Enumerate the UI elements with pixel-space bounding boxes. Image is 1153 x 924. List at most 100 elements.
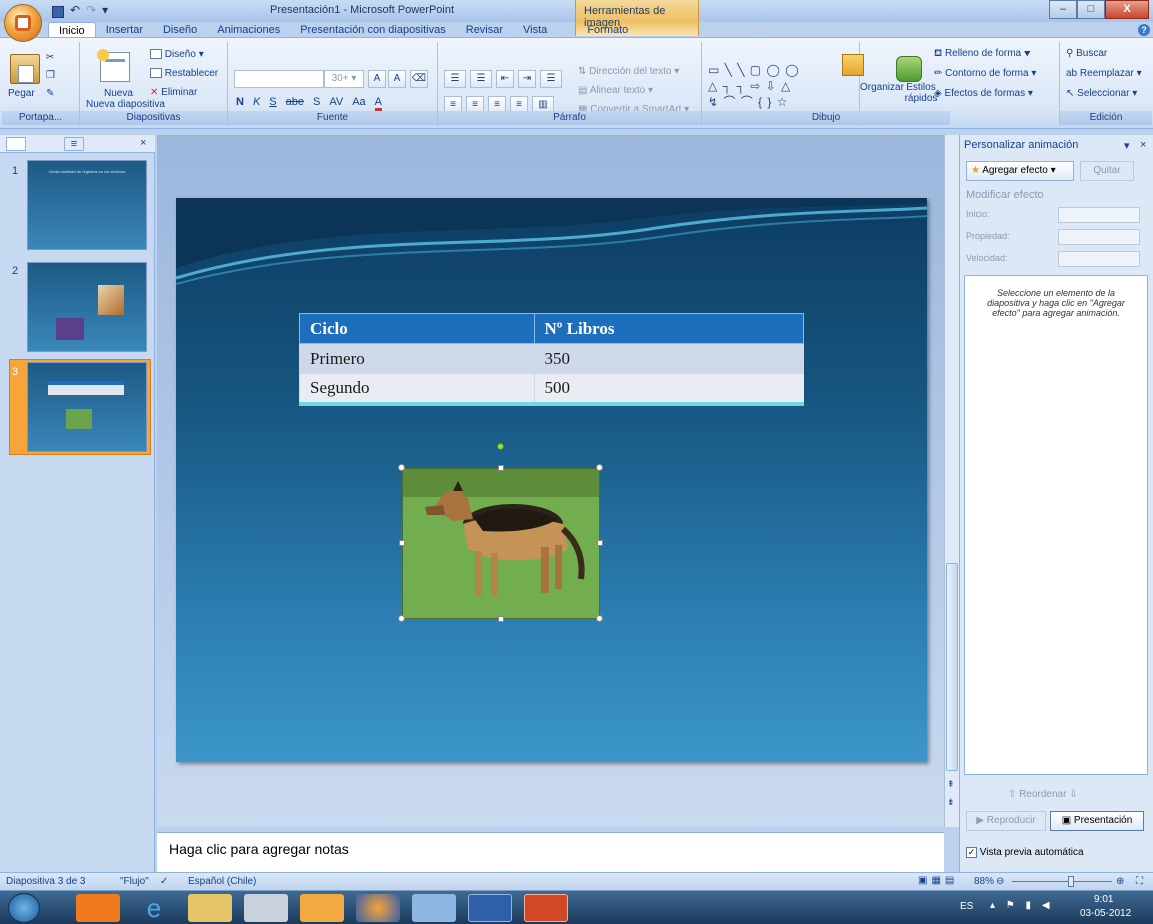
slide-thumbnail-3[interactable] [27, 362, 147, 452]
shadow-button[interactable]: S [313, 96, 320, 111]
resize-handle[interactable] [596, 615, 603, 622]
add-effect-button[interactable]: ★ Agregar efecto ▾ [966, 161, 1074, 181]
taskbar-ie-icon[interactable]: e [132, 894, 176, 922]
tray-icons[interactable]: ▴ ⚑ ▮ ◀ [990, 900, 1054, 911]
find-button[interactable]: ⚲ Buscar [1066, 48, 1107, 59]
redo-icon[interactable]: ↷ [86, 3, 96, 18]
resize-handle[interactable] [399, 540, 405, 546]
close-pane-icon[interactable]: × [140, 137, 146, 149]
taskbar-firefox-icon[interactable] [356, 894, 400, 922]
shape-fill-button[interactable]: ⛾ Relleno de forma ▾ [934, 48, 1031, 61]
slideshow-button[interactable]: ▣ Presentación [1050, 811, 1144, 831]
autopreview-checkbox[interactable]: ✓ Vista previa automática [966, 847, 1084, 858]
zoom-out-icon[interactable]: ⊖ [996, 876, 1004, 887]
help-icon[interactable]: ? [1138, 24, 1150, 36]
tab-revisar[interactable]: Revisar [456, 22, 513, 38]
taskbar-explorer-icon[interactable] [188, 894, 232, 922]
resize-handle[interactable] [398, 464, 405, 471]
close-button[interactable]: X [1105, 0, 1149, 19]
shrink-font-button[interactable]: A [388, 70, 406, 88]
new-slide-button[interactable]: Nueva [104, 88, 133, 99]
office-button[interactable] [4, 4, 42, 42]
font-name-field[interactable] [234, 70, 324, 88]
slide-table[interactable]: Ciclo Nº Libros Primero 350 Segundo 500 [299, 313, 804, 406]
align-text-button[interactable]: ▤ Alinear texto ▾ [578, 85, 653, 96]
start-select[interactable] [1058, 207, 1140, 223]
select-button[interactable]: ↖ Seleccionar ▾ [1066, 88, 1137, 99]
resize-handle[interactable] [498, 616, 504, 622]
speed-select[interactable] [1058, 251, 1140, 267]
panel-menu-icon[interactable]: ▾ [1124, 139, 1130, 152]
property-select[interactable] [1058, 229, 1140, 245]
text-direction-button[interactable]: ⇅ Dirección del texto ▾ [578, 66, 679, 77]
start-button[interactable] [8, 893, 40, 923]
vertical-scrollbar[interactable]: ⇞ ⇟ [944, 135, 959, 827]
zoom-thumb[interactable] [1068, 876, 1074, 887]
bullets-button[interactable]: ☰ [444, 70, 466, 88]
tab-insertar[interactable]: Insertar [96, 22, 153, 38]
clear-format-button[interactable]: ⌫ [410, 70, 428, 88]
table-header-libros[interactable]: Nº Libros [533, 313, 804, 344]
slide-thumbnail-2[interactable] [27, 262, 147, 352]
tab-formato[interactable]: Formato [577, 22, 638, 38]
new-slide-icon[interactable] [97, 49, 130, 82]
numbering-button[interactable]: ☰ [470, 70, 492, 88]
fit-window-icon[interactable]: ⛶ [1136, 876, 1143, 887]
maximize-button[interactable]: □ [1077, 0, 1105, 19]
taskbar-calculator-icon[interactable] [244, 894, 288, 922]
taskbar-app-icon[interactable] [412, 894, 456, 922]
move-down-icon[interactable]: ⇩ [1069, 789, 1077, 800]
table-cell[interactable]: Primero [299, 343, 534, 374]
zoom-slider[interactable] [1012, 881, 1112, 882]
slide-thumbnail-1[interactable]: Cierta cantidad de registros en los arch… [27, 160, 147, 250]
scroll-thumb[interactable] [946, 563, 958, 771]
notes-pane[interactable]: Haga clic para agregar notas [157, 832, 944, 872]
taskbar-media-icon[interactable] [76, 894, 120, 922]
input-language[interactable]: ES [960, 901, 973, 912]
delete-slide-button[interactable]: ✕ Eliminar [150, 87, 197, 98]
line-spacing-button[interactable]: ☰ [540, 70, 562, 88]
replace-button[interactable]: ab Reemplazar ▾ [1066, 68, 1142, 79]
next-slide-icon[interactable]: ⇟ [947, 797, 955, 808]
slides-tab-icon[interactable] [6, 137, 26, 151]
table-cell[interactable]: 350 [533, 343, 804, 374]
outline-tab-icon[interactable]: ≡ [64, 137, 84, 151]
spacing-button[interactable]: AV [329, 96, 343, 111]
taskbar-powerpoint-icon[interactable] [524, 894, 568, 922]
strike-button[interactable]: abe [286, 96, 304, 111]
undo-icon[interactable]: ↶ [70, 3, 80, 18]
tab-vista[interactable]: Vista [513, 22, 557, 38]
spellcheck-icon[interactable]: ✓ [160, 876, 168, 887]
shape-outline-button[interactable]: ✏ Contorno de forma ▾ [934, 68, 1036, 79]
format-painter-icon[interactable]: ✎ [46, 88, 54, 99]
dog-picture[interactable] [402, 468, 600, 619]
zoom-in-icon[interactable]: ⊕ [1116, 876, 1124, 887]
font-size-field[interactable]: 30+ ▾ [324, 70, 364, 88]
minimize-button[interactable]: – [1049, 0, 1077, 19]
copy-icon[interactable]: ❐ [46, 70, 55, 81]
font-color-button[interactable]: A [374, 96, 383, 111]
shape-effects-button[interactable]: ◈ Efectos de formas ▾ [934, 88, 1033, 99]
zoom-level[interactable]: 88% [974, 876, 994, 887]
table-header-ciclo[interactable]: Ciclo [299, 313, 535, 344]
tab-inicio[interactable]: Inicio [48, 22, 96, 38]
save-icon[interactable] [52, 6, 64, 18]
new-slide-button-label[interactable]: Nueva diapositiva [86, 99, 165, 110]
resize-handle[interactable] [597, 540, 603, 546]
underline-button[interactable]: S [269, 96, 276, 111]
table-cell[interactable]: 500 [533, 373, 804, 404]
play-button[interactable]: ▶ Reproducir [966, 811, 1046, 831]
animation-list[interactable]: Seleccione un elemento de la diapositiva… [964, 275, 1148, 775]
italic-button[interactable]: K [253, 96, 260, 111]
resize-handle[interactable] [498, 465, 504, 471]
bold-button[interactable]: N [236, 96, 244, 111]
move-up-icon[interactable]: ⇧ [1008, 789, 1016, 800]
grow-font-button[interactable]: A [368, 70, 386, 88]
prev-slide-icon[interactable]: ⇞ [947, 779, 955, 790]
paste-button[interactable]: Pegar [8, 88, 35, 99]
layout-button[interactable]: Diseño ▾ [150, 49, 204, 60]
rotate-handle[interactable] [497, 443, 504, 450]
table-cell[interactable]: Segundo [299, 373, 534, 404]
taskbar-mail-icon[interactable] [300, 894, 344, 922]
qat-dropdown-icon[interactable]: ▾ [102, 3, 108, 18]
